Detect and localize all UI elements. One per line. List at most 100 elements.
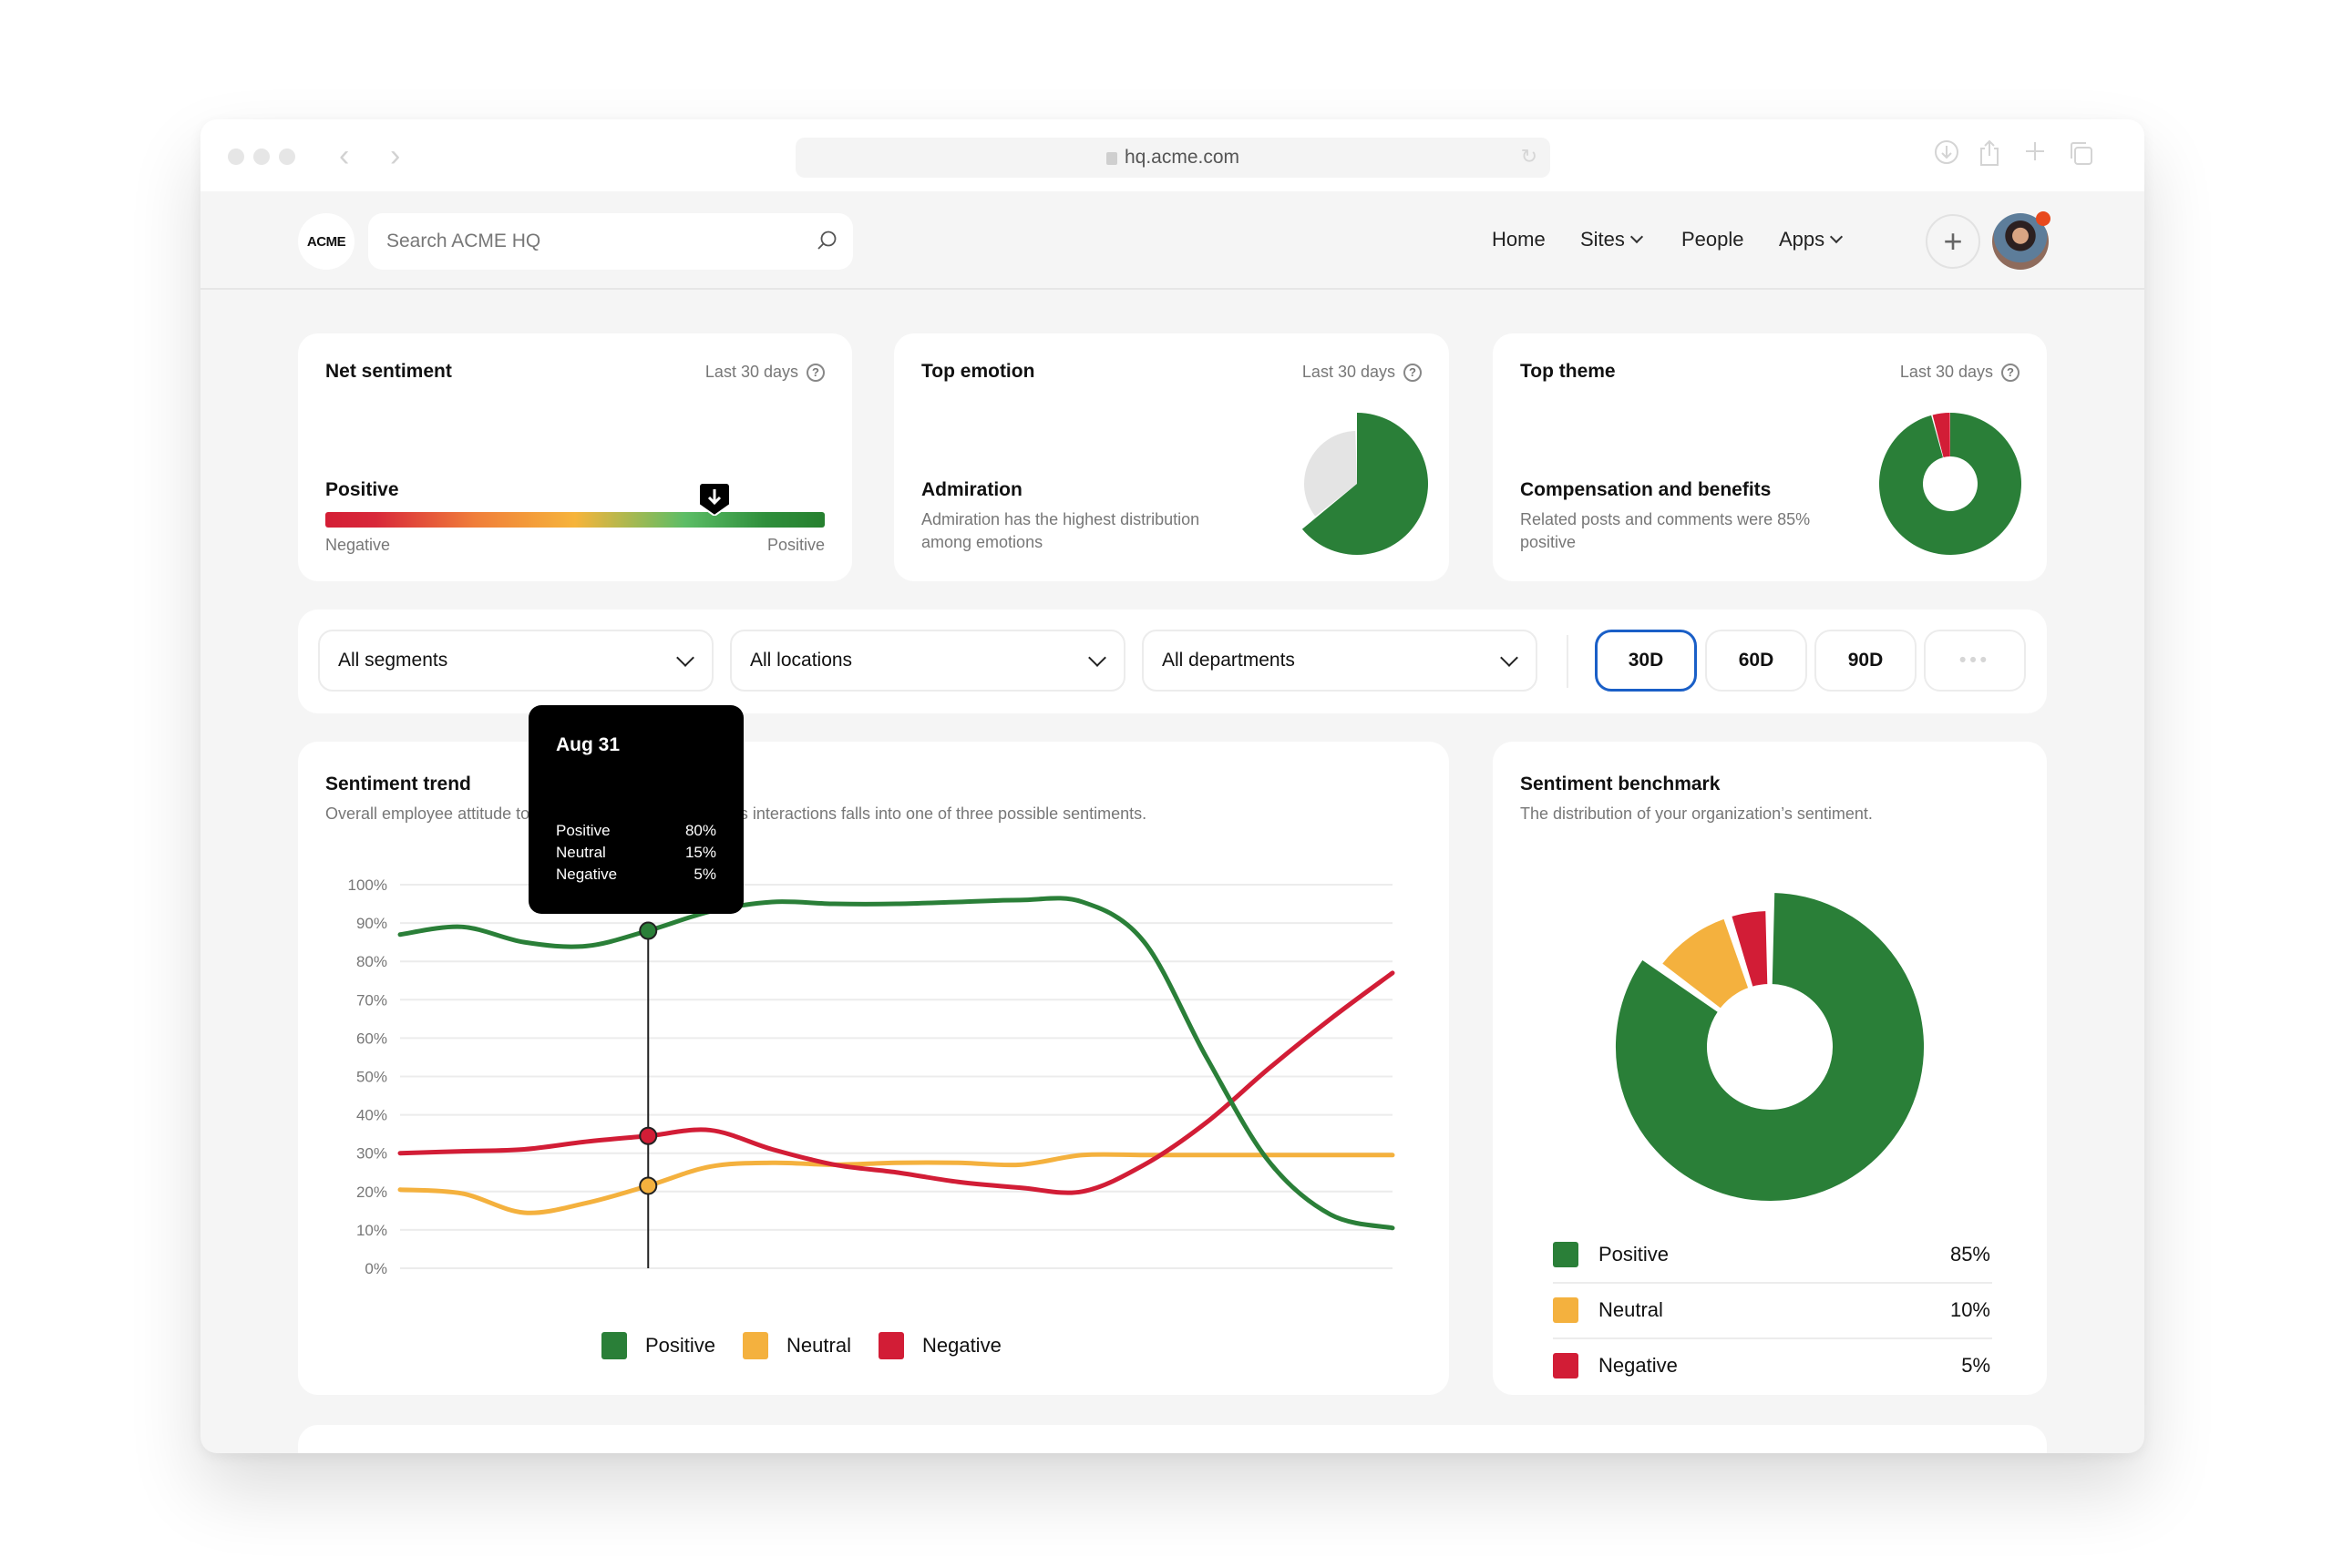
y-tick-label: 90% [356,915,387,932]
kpi-description: Admiration has the highest distribution … [921,510,1200,551]
series-line-negative[interactable] [397,970,1395,1195]
browser-window: ‹ › hq.acme.com ↻ ACME Search ACME HQ Ho… [200,119,2144,1453]
benchmark-donut-chart [1614,891,1926,1203]
gauge-min-label: Negative [325,536,391,554]
acme-logo[interactable]: ACME [298,213,355,270]
more-icon: ••• [1958,650,1991,671]
address-bar[interactable]: hq.acme.com ↻ [796,138,1550,178]
tooltip-value: 80% [684,822,716,839]
legend-negative[interactable]: Negative [878,1332,1002,1359]
browser-toolbar: ‹ › hq.acme.com ↻ [200,119,2144,191]
nav-sites-label: Sites [1580,228,1625,251]
chevron-down-icon [1500,649,1518,667]
reload-icon[interactable]: ↻ [1521,145,1537,169]
nav-apps[interactable]: Apps [1779,228,1844,251]
series-line-positive[interactable] [397,896,1395,1231]
nav-people[interactable]: People [1681,228,1744,251]
maximize-window-button[interactable] [279,149,295,165]
legend-label: Neutral [786,1334,851,1357]
kpi-value: Compensation and benefits [1520,479,1772,500]
legend-neutral[interactable]: Neutral [743,1332,851,1359]
nav-home[interactable]: Home [1492,228,1546,251]
kpi-value: Positive [325,479,399,500]
benchmark-row-neutral: Neutral 10% [1553,1283,1990,1337]
download-icon[interactable] [1934,139,1959,172]
legend-label: Negative [921,1334,1002,1357]
filter-divider [1567,635,1568,688]
y-tick-label: 20% [356,1184,387,1201]
y-tick-label: 30% [356,1145,387,1163]
create-button[interactable]: + [1926,214,1980,269]
benchmark-row-negative: Negative 5% [1553,1338,1990,1393]
period-label: Last 30 days ? [1302,363,1422,382]
help-icon[interactable]: ? [1403,363,1422,382]
chevron-down-icon [1088,649,1106,667]
minimize-window-button[interactable] [253,149,270,165]
more-ranges-button[interactable]: ••• [1924,630,2026,692]
hover-point-positive[interactable] [639,921,658,940]
help-icon[interactable]: ? [807,363,825,382]
benchmark-value: 5% [1961,1354,1990,1377]
positive-swatch [601,1332,627,1359]
nav-sites[interactable]: Sites [1580,228,1643,251]
range-90d-button[interactable]: 90D [1814,630,1917,692]
benchmark-value: 10% [1949,1298,1990,1321]
new-tab-icon[interactable] [2023,139,2047,170]
legend-positive[interactable]: Positive [601,1332,715,1359]
range-60d-button[interactable]: 60D [1705,630,1807,692]
locations-select[interactable]: All locations [730,630,1125,692]
filter-bar: All segments All locations All departmen… [298,610,2047,713]
notification-badge [2036,211,2050,226]
tooltip-row-neutral: Neutral 15% [556,844,716,862]
series-line-neutral[interactable] [397,1152,1395,1215]
negative-swatch [878,1332,904,1359]
card-title: Top emotion [921,361,1035,382]
help-icon[interactable]: ? [2001,363,2020,382]
nav-home-label: Home [1492,228,1546,251]
hover-point-negative[interactable] [639,1126,658,1145]
locations-value: All locations [750,650,853,671]
theme-positive-slice [1879,413,2021,555]
range-label: 30D [1628,650,1664,671]
segments-select[interactable]: All segments [318,630,714,692]
benchmark-value: 85% [1949,1243,1990,1266]
trend-legend: Positive Neutral Negative [601,1332,1029,1359]
search-icon[interactable] [817,230,838,251]
trend-tooltip: Aug 31 Positive 80% Neutral 15% Negative 5% [529,705,744,914]
range-30d-button[interactable]: 30D [1595,630,1697,692]
benchmark-label: Negative [1598,1354,1678,1377]
chevron-down-icon [1830,230,1844,244]
tabs-overview-icon[interactable] [2067,139,2094,174]
emotion-pie-chart [1301,413,1428,555]
period-text: Last 30 days [1899,363,1993,381]
forward-icon[interactable]: › [390,139,400,172]
next-card [298,1425,2047,1453]
y-tick-label: 40% [356,1107,387,1124]
segments-value: All segments [338,650,448,671]
negative-swatch [1553,1353,1578,1378]
benchmark-row-positive: Positive 85% [1553,1227,1990,1282]
sentiment-trend-chart[interactable]: 0% 10% 20% 30% 40% 50% 60% 70% 80% 90% 100% [298,742,1449,1325]
y-tick-label: 0% [365,1260,387,1277]
departments-select[interactable]: All departments [1142,630,1537,692]
search-input[interactable]: Search ACME HQ [368,213,853,270]
close-window-button[interactable] [228,149,244,165]
nav-people-label: People [1681,228,1744,251]
net-sentiment-card: Net sentiment Last 30 days ? Positive Ne… [298,333,852,581]
top-theme-card: Top theme Last 30 days ? Compensation an… [1493,333,2047,581]
gauge-marker-icon [699,483,731,516]
tooltip-value: 15% [684,844,716,861]
neutral-swatch [1553,1297,1578,1323]
y-tick-label: 100% [348,876,387,894]
tooltip-date: Aug 31 [556,734,621,755]
tooltip-label: Positive [556,822,611,839]
tooltip-label: Neutral [556,844,606,861]
hover-point-neutral[interactable] [639,1176,658,1195]
sentiment-trend-card: Sentiment trend Overall employee attitud… [298,742,1449,1395]
y-tick-label: 80% [356,953,387,970]
kpi-value: Admiration [921,479,1023,500]
card-title: Top theme [1520,361,1616,382]
back-icon[interactable]: ‹ [339,139,349,172]
share-icon[interactable] [1978,139,2001,174]
tooltip-row-negative: Negative 5% [556,866,716,884]
